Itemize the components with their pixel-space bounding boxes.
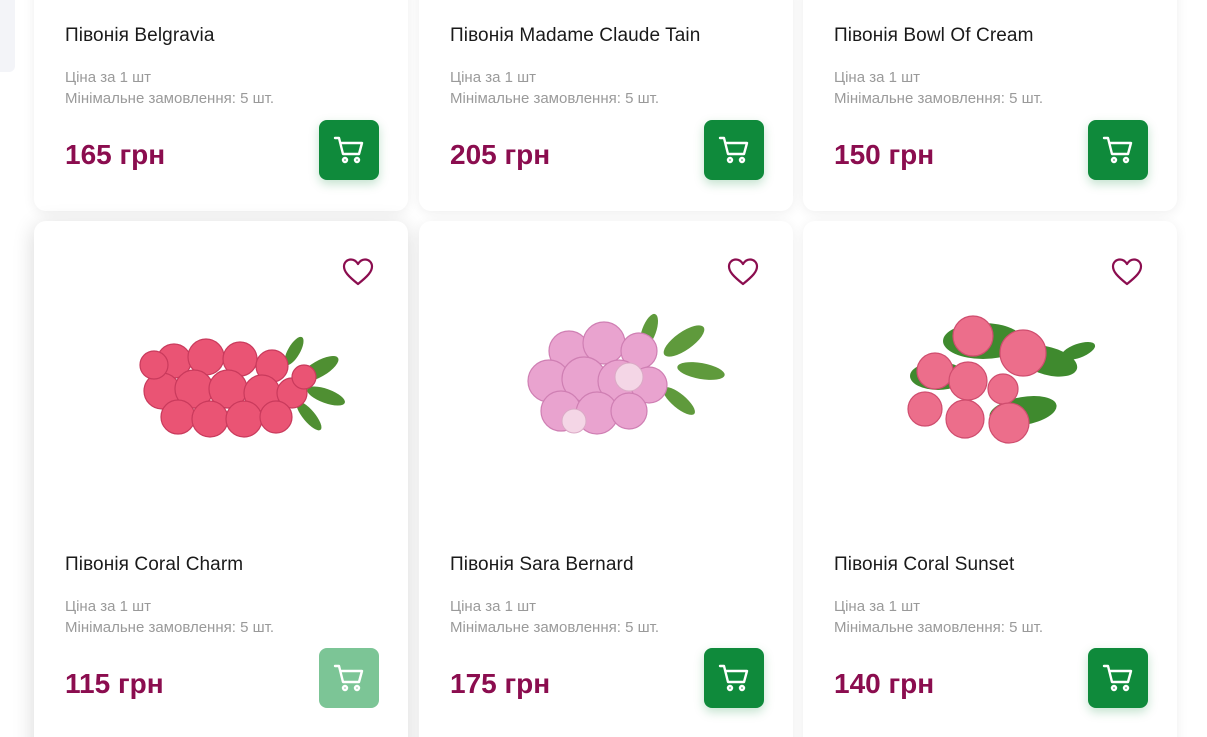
product-image[interactable] [863,281,1117,471]
add-to-cart-button[interactable] [319,648,379,708]
product-title[interactable]: Півонія Belgravia [65,25,215,47]
min-order-note: Мінімальне замовлення: 5 шт. [834,90,1043,107]
min-order-note: Мінімальне замовлення: 5 шт. [450,90,659,107]
product-title[interactable]: Півонія Bowl Of Cream [834,25,1034,47]
product-meta: Ціна за 1 шт Мінімальне замовлення: 5 шт… [450,596,659,638]
product-meta: Ціна за 1 шт Мінімальне замовлення: 5 шт… [65,596,274,638]
add-to-cart-button[interactable] [1088,120,1148,180]
product-price: 165 грн [65,139,166,170]
shopping-cart-icon [1102,664,1133,692]
add-to-cart-button[interactable] [319,120,379,180]
product-meta: Ціна за 1 шт Мінімальне замовлення: 5 шт… [834,596,1043,638]
min-order-note: Мінімальне замовлення: 5 шт. [65,619,274,636]
price-note: Ціна за 1 шт [834,598,921,615]
min-order-note: Мінімальне замовлення: 5 шт. [450,619,659,636]
product-meta: Ціна за 1 шт Мінімальне замовлення: 5 шт… [450,67,659,109]
min-order-note: Мінімальне замовлення: 5 шт. [65,90,274,107]
price-note: Ціна за 1 шт [65,69,152,86]
shopping-cart-icon [718,664,749,692]
price-note: Ціна за 1 шт [834,69,921,86]
product-image[interactable] [94,281,348,471]
product-price: 140 грн [834,668,935,699]
product-title[interactable]: Півонія Coral Sunset [834,554,1014,576]
product-price: 115 грн [65,668,164,699]
shopping-cart-icon [718,136,749,164]
shopping-cart-icon [333,664,364,692]
product-meta: Ціна за 1 шт Мінімальне замовлення: 5 шт… [834,67,1043,109]
price-note: Ціна за 1 шт [65,598,152,615]
price-note: Ціна за 1 шт [450,69,537,86]
product-card[interactable]: Півонія Belgravia Ціна за 1 шт Мінімальн… [34,0,408,211]
product-card[interactable]: Півонія Sara Bernard Ціна за 1 шт Мініма… [419,221,793,737]
min-order-note: Мінімальне замовлення: 5 шт. [834,619,1043,636]
product-card[interactable]: Півонія Bowl Of Cream Ціна за 1 шт Мінім… [803,0,1177,211]
shopping-cart-icon [333,136,364,164]
product-price: 150 грн [834,139,935,170]
product-card[interactable]: Півонія Coral Sunset Ціна за 1 шт Мініма… [803,221,1177,737]
add-to-cart-button[interactable] [704,648,764,708]
product-price: 205 грн [450,139,551,170]
add-to-cart-button[interactable] [704,120,764,180]
product-title[interactable]: Півонія Coral Charm [65,554,243,576]
product-title[interactable]: Півонія Sara Bernard [450,554,634,576]
product-image[interactable] [479,281,733,471]
product-price: 175 грн [450,668,551,699]
side-panel-edge [0,0,15,72]
product-card[interactable]: Півонія Coral Charm Ціна за 1 шт Мінімал… [34,221,408,737]
shopping-cart-icon [1102,136,1133,164]
price-note: Ціна за 1 шт [450,598,537,615]
product-title[interactable]: Півонія Madame Claude Tain [450,25,700,47]
add-to-cart-button[interactable] [1088,648,1148,708]
product-card[interactable]: Півонія Madame Claude Tain Ціна за 1 шт … [419,0,793,211]
product-meta: Ціна за 1 шт Мінімальне замовлення: 5 шт… [65,67,274,109]
